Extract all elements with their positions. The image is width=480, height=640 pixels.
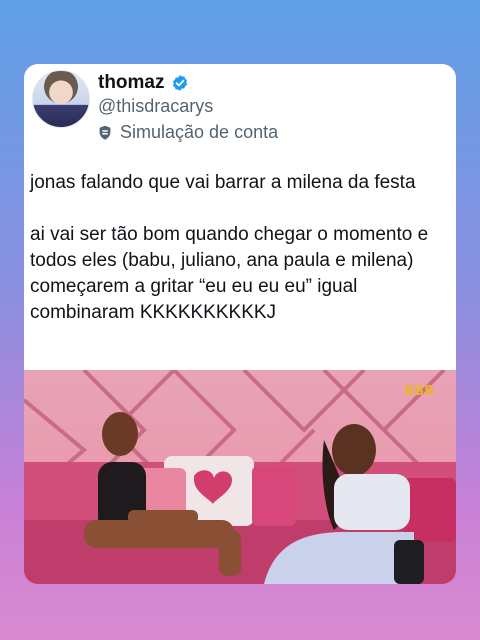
display-name[interactable]: thomaz bbox=[98, 72, 165, 94]
tweet-photo[interactable]: BBB bbox=[24, 370, 456, 584]
verified-badge-icon bbox=[172, 75, 187, 91]
tweet-text: jonas falando que vai barrar a milena da… bbox=[30, 170, 448, 326]
tweet-paragraph: jonas falando que vai barrar a milena da… bbox=[30, 172, 416, 193]
photo-scene bbox=[24, 370, 456, 584]
tweet-card: thomaz @thisdracarys Simulação de conta … bbox=[24, 64, 456, 584]
account-label: Simulação de conta bbox=[96, 122, 278, 143]
tweet-paragraph: ai vai ser tão bom quando chegar o momen… bbox=[30, 224, 429, 323]
shield-icon bbox=[99, 125, 111, 140]
avatar[interactable] bbox=[32, 70, 90, 128]
tweet-header: thomaz @thisdracarys Simulação de conta bbox=[30, 70, 450, 150]
handle[interactable]: @thisdracarys bbox=[98, 96, 213, 117]
broadcast-logo: BBB bbox=[404, 384, 434, 399]
name-row: thomaz bbox=[98, 72, 189, 94]
account-label-text: Simulação de conta bbox=[120, 122, 279, 142]
